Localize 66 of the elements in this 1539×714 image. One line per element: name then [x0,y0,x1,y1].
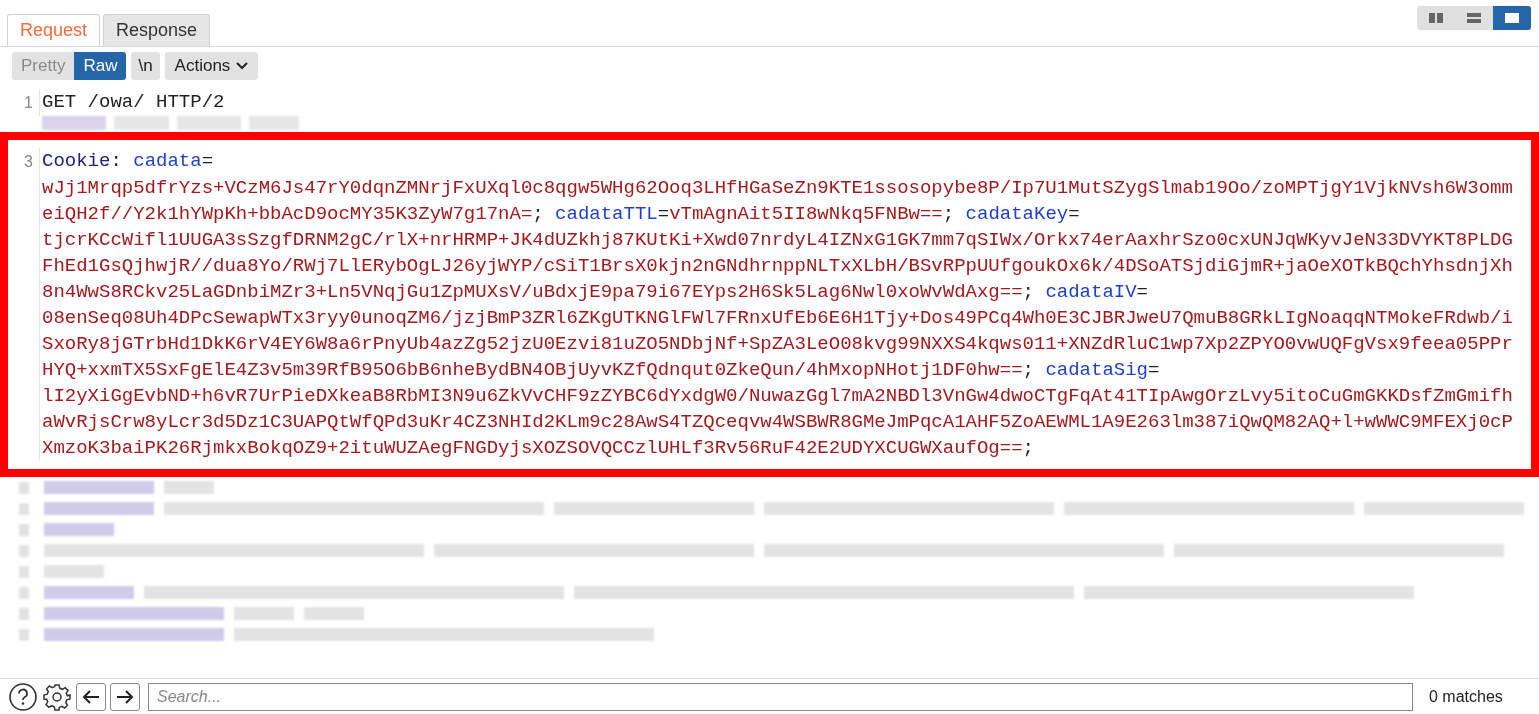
cookie-value: wJj1Mrqp5dfrYzs+VCzM6Js47rY0dqnZMNrjFxUXql0c8qgw5WHg62Ooq3LHfHGaSeZn9KTE1ssosopybe8P/Ip7U1MutSZygSlmab19Oo/zoMPTjgY1VjkNVsh6W3omm [42,177,1513,199]
header-name: Cookie [42,150,111,172]
code-text: GET /owa/ HTTP/2 [42,91,225,113]
cookie-value: eiQH2f//Y2k1hYWpKh+bbAcD9ocMY35K3ZyW7g17nA= [42,203,533,225]
code-text: ; [942,203,956,225]
rows-icon [1467,13,1481,23]
actions-button[interactable]: Actions [164,52,259,80]
single-pane-icon [1505,13,1519,23]
redacted-text [44,565,104,578]
redacted-text [19,502,29,515]
cookie-value: XmzoK3baiPK26RjmkxBokqOZ9+2ituWUZAegFNGDyjsXOZSOVQCCzlUHLf3Rv56RuF42E2UDYXCUGWXaufOg== [42,437,1023,459]
layout-button[interactable] [1493,6,1531,30]
code-text: = [201,150,214,172]
redacted-text [114,116,169,130]
tab[interactable]: Response [103,14,211,46]
code-text: = [657,203,670,225]
cookie-name: cadataSig [1045,359,1148,381]
code-text: ; [1022,437,1034,459]
redacted-text [19,523,29,536]
forward-button[interactable] [110,682,140,711]
cookie-value: 8n4WwS8RCkv25LaGDnbiMZr3+Ln5VNqjGu1ZpMUXsV/uBdxjE9pa79i67EYps2H6Sk5Lag6Nwl0xoWvWdAxg== [42,281,1023,303]
line-number: 1 [24,94,33,111]
redacted-text [44,523,114,536]
redacted-text [249,116,299,130]
cookie-name: cadata [133,150,202,172]
view-toggle[interactable]: Raw [74,52,127,80]
arrow-left-icon [82,688,100,705]
settings-icon[interactable] [42,681,72,712]
redacted-text [177,116,241,130]
redacted-text [304,607,364,620]
redacted-text [19,586,29,599]
chevron-down-icon [236,62,249,70]
code-text: : [110,150,123,172]
redacted-text [19,628,29,641]
search-field[interactable]: Search... [148,682,1413,711]
cookie-value: FhEd1GsQjhwjR//dua8Yo/RWj7LlERybOgLJ26yjWYP/cSiT1BrsX0kjn2nGNdhrnppNLTxXLbH/BSvRPpUUfgoukOx6k/4DSoATSjdiGjmR+jaOeXOTkBQchYhsdnjXh [42,255,1513,277]
cookie-name: cadataIV [1045,281,1137,303]
columns-icon [1429,13,1443,23]
cookie-value: HYQ+xxmTX5SxFgElE4Z3v5m39RfB95O6bB6nheBydBN4OBjUyvKZfQdnqut0ZkeQun/4hMxopNHotj1DF0hw== [42,359,1023,381]
newline-button[interactable]: \n [131,52,160,80]
back-button[interactable] [76,682,106,711]
cookie-value: aWvRjsCrw8yLcr3d5Dz1C3UAPQtWfQPd3uKr4CZ3NHId2KLm9c28AwS4TZQceqvw4WSBWR8GMeJmPqcA1AHF5ZoAEWML1A9E263lm387iQwQM82AQ+l+wWWC9MFEXj0cP [42,411,1513,433]
code-text: = [1068,203,1080,225]
code-text: ; [532,203,545,225]
code-text: ; [1022,281,1035,303]
help-icon[interactable] [8,681,38,712]
redacted-text [19,565,29,578]
redacted-text [19,544,29,557]
cookie-value: tjcrKCcWifl1UUGA3sSzgfDRNM2gC/rlX+nrHRMP+JK4dUZkhj87KUtKi+Xwd07nrdyL4IZNxG1GK7mm7qSIWx/Orkx74erAaxhrSzo0cxUNJqWKyvJeN33DVYKT8PLDG [42,229,1513,251]
cookie-name: cadataKey [965,203,1069,225]
match-count: 0 matches [1429,686,1503,707]
redacted-text [164,481,214,494]
arrow-right-icon [116,688,134,705]
cookie-value: 08enSeq08Uh4DPcSewapWTx3ryy0unoqZM6/jzjBmP3ZRl6ZKgUTKNGlFWl7FRnxUfEb6E6H1Tjy+Dos49PCq4Wh0E3CJBRJweU7QmuB8GRkLIgNoaqqNTMokeFRdwb/i [42,307,1513,329]
cookie-value: vTmAgnAit5II8wNkq5FNBw== [669,203,943,225]
cookie-value: SxoRy8jGTrbHd1DkK6rV4EY6W8a6rPnyUb4azZg52jzU0Ezvi81uZO5NDbjNf+SpZA3LeO08kvg99NXXS4kqws011+XNZdRluC1wp7Xp2ZPYO0vwUQFgVsx9feea05PPr [42,333,1513,355]
redacted-text [234,607,294,620]
code-text: = [1136,281,1148,303]
line-number: 3 [24,153,33,170]
code-text: ; [1022,359,1035,381]
cookie-name: cadataTTL [555,203,658,225]
redacted-text [42,116,106,130]
redacted-text [19,607,29,620]
redacted-text [19,481,29,494]
code-text: = [1148,359,1160,381]
cookie-value: lI2yXiGgEvbND+h6vR7UrPieDXkeaB8RbMI3N9u6ZkVvCHF9zZYBC6dYxdgW0/NuwazGgl7mA2NBDl3VnGw4dwoCTgFqAt41TIpAwgOrzLvy5itoCuGmGKKDsfZmGmifh [42,385,1513,407]
